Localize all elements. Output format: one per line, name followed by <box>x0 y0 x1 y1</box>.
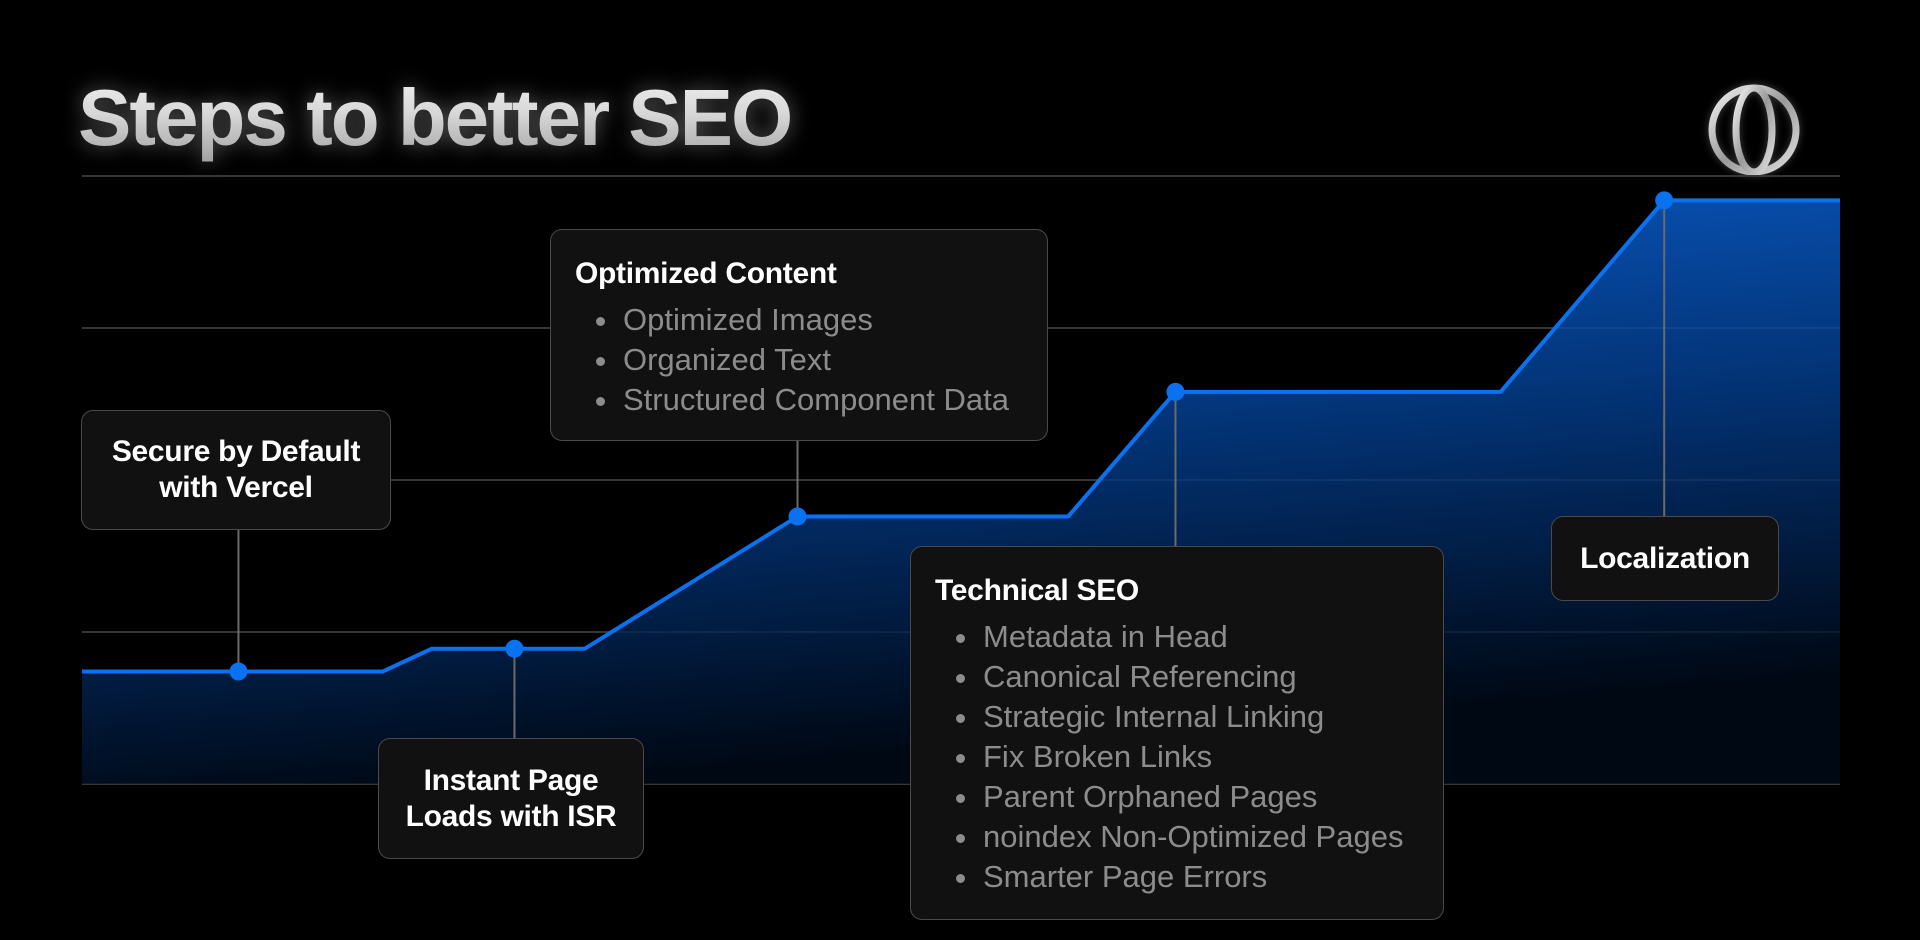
milestone-dot <box>505 639 524 658</box>
milestone-card-isr: Instant Page Loads with ISR <box>378 738 644 859</box>
milestone-dot <box>229 662 248 681</box>
list-item: Structured Component Data <box>596 380 1047 420</box>
milestone-card-technical-seo: Technical SEO Metadata in Head Canonical… <box>910 546 1444 920</box>
card-technical-title: Technical SEO <box>935 574 1139 607</box>
milestone-card-optimized-content: Optimized Content Optimized Images Organ… <box>550 229 1048 441</box>
milestone-dot <box>1166 382 1185 401</box>
card-isr-line2: Loads with ISR <box>405 799 617 833</box>
card-localization-title: Localization <box>1580 541 1750 575</box>
milestone-dot <box>788 507 807 526</box>
list-item: noindex Non-Optimized Pages <box>956 817 1443 857</box>
list-item: Strategic Internal Linking <box>956 697 1443 737</box>
card-technical-list: Metadata in Head Canonical Referencing S… <box>935 617 1443 897</box>
list-item: Optimized Images <box>596 300 1047 340</box>
card-content-title: Optimized Content <box>575 257 837 290</box>
card-isr-line1: Instant Page <box>423 763 599 797</box>
card-secure-line1: Secure by Default <box>111 435 361 468</box>
milestone-card-secure: Secure by Default with Vercel <box>81 410 391 530</box>
list-item: Canonical Referencing <box>956 657 1443 697</box>
list-item: Fix Broken Links <box>956 737 1443 777</box>
card-content-list: Optimized Images Organized Text Structur… <box>575 300 1047 420</box>
milestone-dot <box>1655 191 1674 210</box>
milestone-card-localization: Localization <box>1551 516 1779 601</box>
card-secure-line2: with Vercel <box>159 471 313 504</box>
list-item: Organized Text <box>596 340 1047 380</box>
list-item: Parent Orphaned Pages <box>956 777 1443 817</box>
list-item: Smarter Page Errors <box>956 857 1443 897</box>
list-item: Metadata in Head <box>956 617 1443 657</box>
